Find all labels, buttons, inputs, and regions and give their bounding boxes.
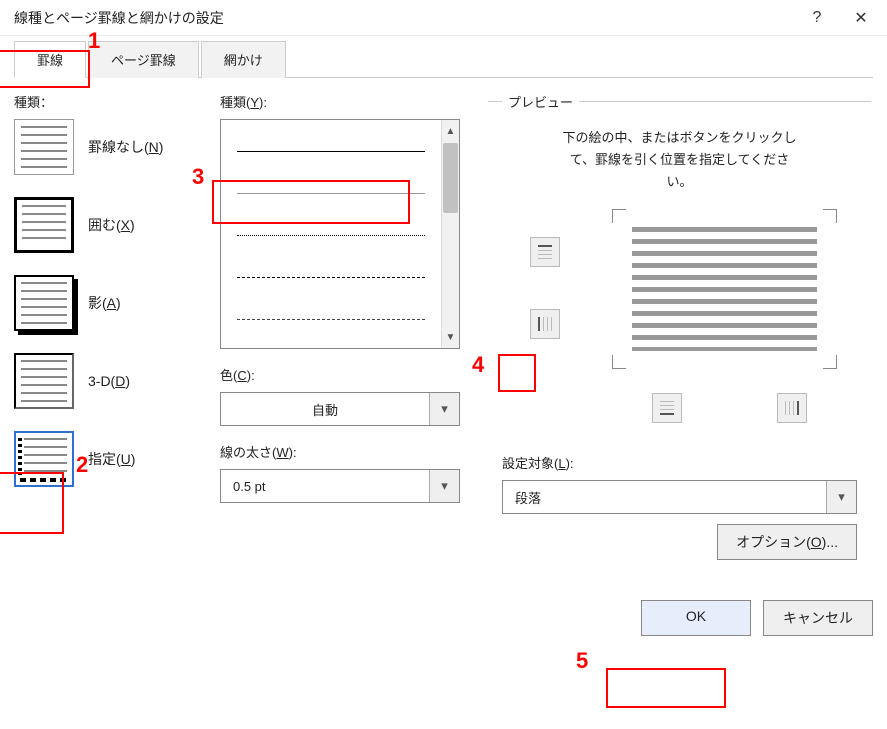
corner-marker bbox=[823, 355, 837, 369]
setting-box-label: 囲む(X) bbox=[88, 215, 135, 235]
setting-none-icon bbox=[14, 119, 74, 175]
annotation-box-5 bbox=[606, 668, 726, 708]
scroll-thumb[interactable] bbox=[443, 143, 458, 213]
preview-legend: プレビュー bbox=[502, 92, 579, 111]
dialog-footer: OK キャンセル bbox=[14, 600, 873, 636]
preview-paragraph bbox=[632, 227, 817, 351]
setting-box[interactable]: 囲む(X) bbox=[14, 197, 194, 253]
preview-hint: 下の絵の中、またはボタンをクリックし て、罫線を引く位置を指定してくださ い。 bbox=[502, 127, 857, 193]
border-right-button[interactable] bbox=[777, 393, 807, 423]
style-item-dashed[interactable] bbox=[229, 256, 433, 298]
annotation-5: 5 bbox=[576, 648, 588, 674]
tab-page-borders[interactable]: ページ罫線 bbox=[88, 41, 199, 78]
tab-borders[interactable]: 罫線 bbox=[14, 41, 86, 78]
preview-area[interactable] bbox=[502, 209, 857, 399]
titlebar: 線種とページ罫線と網かけの設定 ? ✕ bbox=[0, 0, 887, 36]
setting-custom[interactable]: 指定(U) bbox=[14, 431, 194, 487]
width-value: 0.5 pt bbox=[221, 479, 429, 494]
style-item-solid[interactable] bbox=[229, 130, 433, 172]
border-bottom-button[interactable] bbox=[652, 393, 682, 423]
apply-to-value: 段落 bbox=[503, 488, 826, 507]
width-dropdown[interactable]: 0.5 pt ▾ bbox=[220, 469, 460, 503]
setting-3d[interactable]: 3-D(D) bbox=[14, 353, 194, 409]
style-label: 種類(Y): bbox=[220, 92, 460, 111]
dialog-title: 線種とページ罫線と網かけの設定 bbox=[14, 8, 795, 28]
style-item-dotted[interactable] bbox=[229, 214, 433, 256]
chevron-down-icon: ▾ bbox=[429, 393, 459, 425]
settings-label: 種類： bbox=[14, 92, 194, 111]
width-label: 線の太さ(W): bbox=[220, 442, 460, 461]
apply-to-dropdown[interactable]: 段落 ▾ bbox=[502, 480, 857, 514]
apply-to-label: 設定対象(L): bbox=[502, 453, 857, 472]
border-top-button[interactable] bbox=[530, 237, 560, 267]
tab-shading[interactable]: 網かけ bbox=[201, 41, 286, 78]
color-label: 色(C): bbox=[220, 365, 460, 384]
style-scrollbar[interactable]: ▲ ▼ bbox=[441, 120, 459, 348]
ok-button[interactable]: OK bbox=[641, 600, 751, 636]
scroll-down-icon[interactable]: ▼ bbox=[442, 326, 459, 348]
setting-shadow-icon bbox=[14, 275, 74, 331]
chevron-down-icon: ▾ bbox=[826, 481, 856, 513]
setting-3d-icon bbox=[14, 353, 74, 409]
help-button[interactable]: ? bbox=[795, 0, 839, 36]
cancel-button[interactable]: キャンセル bbox=[763, 600, 873, 636]
corner-marker bbox=[823, 209, 837, 223]
options-button[interactable]: オプション(O)... bbox=[717, 524, 857, 560]
setting-shadow-label: 影(A) bbox=[88, 293, 121, 313]
corner-marker bbox=[612, 209, 626, 223]
setting-none-label: 罫線なし(N) bbox=[88, 137, 163, 157]
style-item-thin[interactable] bbox=[229, 172, 433, 214]
style-listbox[interactable]: ▲ ▼ bbox=[220, 119, 460, 349]
corner-marker bbox=[612, 355, 626, 369]
setting-custom-icon bbox=[14, 431, 74, 487]
setting-custom-label: 指定(U) bbox=[88, 449, 135, 469]
preview-group: プレビュー 下の絵の中、またはボタンをクリックし て、罫線を引く位置を指定してく… bbox=[488, 92, 871, 576]
scroll-up-icon[interactable]: ▲ bbox=[442, 120, 459, 142]
setting-box-icon bbox=[14, 197, 74, 253]
setting-shadow[interactable]: 影(A) bbox=[14, 275, 194, 331]
color-dropdown[interactable]: 自動 ▾ bbox=[220, 392, 460, 426]
color-value: 自動 bbox=[221, 400, 429, 419]
close-button[interactable]: ✕ bbox=[839, 0, 883, 36]
setting-3d-label: 3-D(D) bbox=[88, 373, 130, 389]
style-item-dashed-2[interactable] bbox=[229, 298, 433, 340]
setting-none[interactable]: 罫線なし(N) bbox=[14, 119, 194, 175]
border-left-button[interactable] bbox=[530, 309, 560, 339]
chevron-down-icon: ▾ bbox=[429, 470, 459, 502]
tab-bar: 罫線 ページ罫線 網かけ bbox=[14, 40, 873, 78]
